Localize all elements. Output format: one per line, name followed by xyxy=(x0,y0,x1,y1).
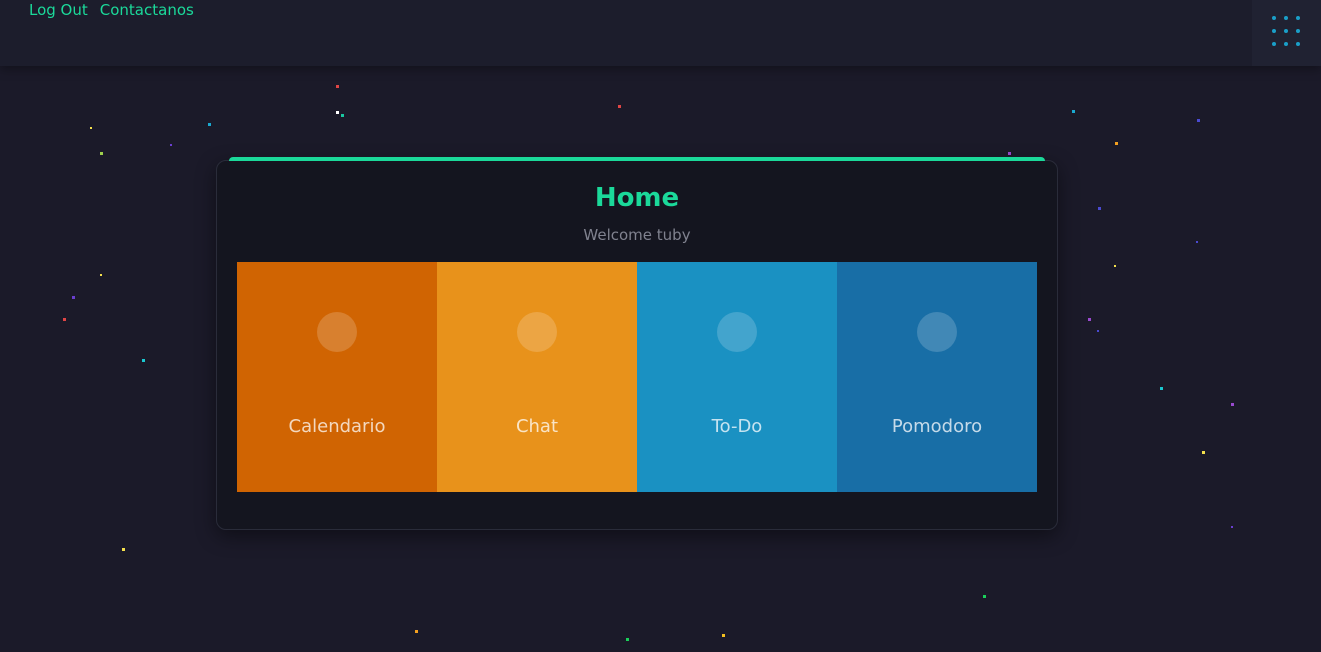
star xyxy=(415,630,418,633)
star xyxy=(1160,387,1163,390)
star xyxy=(142,359,145,362)
star xyxy=(90,127,92,129)
star xyxy=(983,595,986,598)
star xyxy=(170,144,172,146)
star xyxy=(208,123,211,126)
tile-chat[interactable]: Chat xyxy=(437,262,637,492)
star xyxy=(1115,142,1118,145)
star xyxy=(1196,241,1198,243)
star xyxy=(1072,110,1075,113)
star xyxy=(1008,152,1011,155)
tile-label: Pomodoro xyxy=(891,416,983,437)
nav-links: Log Out Contactanos xyxy=(29,0,194,20)
star xyxy=(1088,318,1091,321)
star xyxy=(100,274,102,276)
star xyxy=(1097,330,1099,332)
star xyxy=(1231,526,1233,528)
tile-label: Calendario xyxy=(288,416,386,437)
contact-link[interactable]: Contactanos xyxy=(100,0,194,20)
circle-icon xyxy=(717,312,757,352)
star xyxy=(336,111,339,114)
tile-label: To-Do xyxy=(711,416,763,437)
star xyxy=(63,318,66,321)
star xyxy=(1098,207,1101,210)
star xyxy=(722,634,725,637)
welcome-message: Welcome tuby xyxy=(583,226,691,244)
star xyxy=(100,152,103,155)
star xyxy=(1202,451,1205,454)
star xyxy=(1197,119,1200,122)
top-navbar: Log Out Contactanos xyxy=(0,0,1321,66)
menu-button[interactable] xyxy=(1252,0,1321,66)
page-title: Home xyxy=(594,183,680,213)
star xyxy=(72,296,75,299)
tile-pomodoro[interactable]: Pomodoro xyxy=(837,262,1037,492)
star xyxy=(336,85,339,88)
star xyxy=(1231,403,1234,406)
tile-todo[interactable]: To-Do xyxy=(637,262,837,492)
home-card: Home Welcome tuby Calendario Chat To-Do … xyxy=(216,157,1058,530)
star xyxy=(341,114,344,117)
tile-calendario[interactable]: Calendario xyxy=(237,262,437,492)
tile-label: Chat xyxy=(515,416,559,437)
circle-icon xyxy=(917,312,957,352)
card-accent-bar xyxy=(229,157,1045,161)
star xyxy=(1114,265,1116,267)
circle-icon xyxy=(317,312,357,352)
star xyxy=(122,548,125,551)
app-tiles: Calendario Chat To-Do Pomodoro xyxy=(237,262,1037,492)
star xyxy=(626,638,629,641)
star xyxy=(618,105,621,108)
circle-icon xyxy=(517,312,557,352)
logout-link[interactable]: Log Out xyxy=(29,0,88,20)
